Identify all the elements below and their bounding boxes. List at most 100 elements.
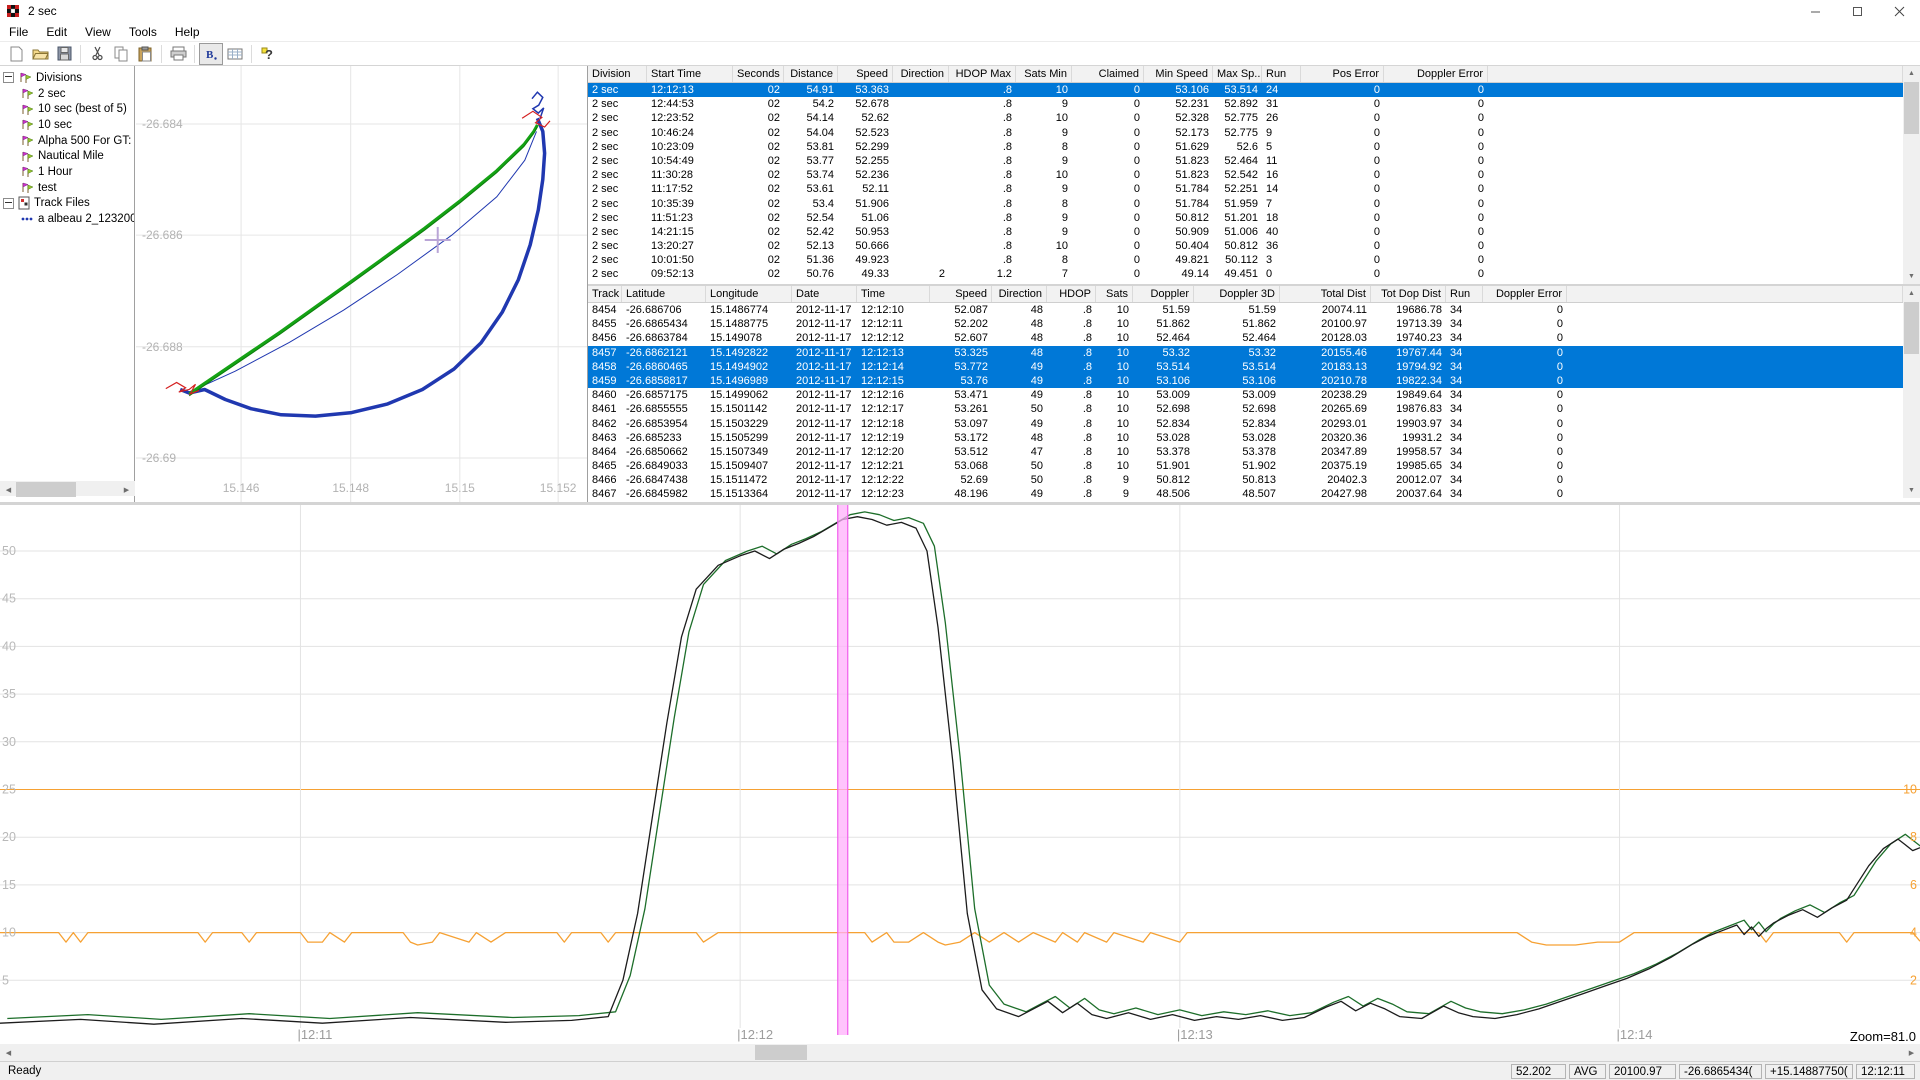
column-header-speed[interactable]: Speed bbox=[930, 286, 992, 302]
table-row[interactable]: 8466-26.684743815.15114722012-11-1712:12… bbox=[588, 473, 1903, 487]
tree-item-test[interactable]: test bbox=[0, 180, 134, 196]
table-row[interactable]: 8463-26.68523315.15052992012-11-1712:12:… bbox=[588, 431, 1903, 445]
table-row[interactable]: 2 sec11:51:230252.5451.06.89050.81251.20… bbox=[588, 211, 1903, 225]
open-file-button[interactable] bbox=[28, 43, 52, 65]
column-header-distance[interactable]: Distance bbox=[784, 66, 838, 82]
paste-button[interactable] bbox=[133, 43, 157, 65]
track-map[interactable]: -26.684-26.686-26.688-26.6915.14615.1481… bbox=[136, 66, 587, 502]
column-header-track[interactable]: Track bbox=[588, 286, 622, 302]
column-header-time[interactable]: Time bbox=[857, 286, 930, 302]
column-header-hdop-max[interactable]: HDOP Max bbox=[949, 66, 1016, 82]
menu-view[interactable]: View bbox=[76, 23, 120, 41]
table-row[interactable]: 8455-26.686543415.14887752012-11-1712:12… bbox=[588, 317, 1903, 331]
tree-item-10-sec[interactable]: 10 sec bbox=[0, 117, 134, 133]
minimize-button[interactable] bbox=[1794, 0, 1836, 22]
table-row[interactable]: 8461-26.685555515.15011422012-11-1712:12… bbox=[588, 402, 1903, 416]
scrollbar-thumb[interactable] bbox=[755, 1045, 807, 1060]
track-map-panel[interactable]: -26.684-26.686-26.688-26.6915.14615.1481… bbox=[136, 66, 588, 502]
tree-item-nautical-mile[interactable]: Nautical Mile bbox=[0, 148, 134, 164]
table-row[interactable]: 8458-26.686046515.14949022012-11-1712:12… bbox=[588, 360, 1903, 374]
cut-button[interactable] bbox=[85, 43, 109, 65]
column-header-speed[interactable]: Speed bbox=[838, 66, 893, 82]
column-header-claimed[interactable]: Claimed bbox=[1072, 66, 1144, 82]
table-row[interactable]: 2 sec12:44:530254.252.678.89052.23152.89… bbox=[588, 97, 1903, 111]
menu-edit[interactable]: Edit bbox=[37, 23, 76, 41]
table-row[interactable]: 2 sec12:23:520254.1452.62.810052.32852.7… bbox=[588, 111, 1903, 125]
scrollbar-thumb[interactable] bbox=[1904, 82, 1919, 134]
scroll-right-icon[interactable]: ▶ bbox=[118, 481, 135, 498]
help-button[interactable]: ? bbox=[256, 43, 280, 65]
table-row[interactable]: 8456-26.686378415.1490782012-11-1712:12:… bbox=[588, 331, 1903, 345]
collapse-icon[interactable] bbox=[3, 72, 14, 83]
table-row[interactable]: 8460-26.685717515.14990622012-11-1712:12… bbox=[588, 388, 1903, 402]
column-header-pos-error[interactable]: Pos Error bbox=[1301, 66, 1384, 82]
column-header-sats[interactable]: Sats bbox=[1096, 286, 1133, 302]
column-header-hdop[interactable]: HDOP bbox=[1047, 286, 1096, 302]
maximize-button[interactable] bbox=[1836, 0, 1878, 22]
column-header-date[interactable]: Date bbox=[792, 286, 857, 302]
table-row[interactable]: 8459-26.685881715.14969892012-11-1712:12… bbox=[588, 374, 1903, 388]
table-row[interactable]: 2 sec12:12:130254.9153.363.810053.10653.… bbox=[588, 83, 1903, 97]
tree-item-a-albeau-2-123200[interactable]: a albeau 2_123200 bbox=[0, 211, 134, 227]
table-row[interactable]: 2 sec10:01:500251.3649.923.88049.82150.1… bbox=[588, 253, 1903, 267]
scroll-down-icon[interactable]: ▼ bbox=[1903, 269, 1920, 284]
scrollbar-thumb[interactable] bbox=[1904, 302, 1919, 354]
table-row[interactable]: 2 sec11:30:280253.7452.236.810051.82352.… bbox=[588, 168, 1903, 182]
column-header-tot-dop-dist[interactable]: Tot Dop Dist bbox=[1371, 286, 1446, 302]
tree-item-alpha-500-for-gt[interactable]: Alpha 500 For GT: bbox=[0, 133, 134, 149]
table-row[interactable]: 2 sec09:52:130250.7649.3321.27049.1449.4… bbox=[588, 267, 1903, 281]
column-header-doppler-error[interactable]: Doppler Error bbox=[1483, 286, 1567, 302]
speed-graph[interactable]: 5101520253035404550246810|12:11|12:12|12… bbox=[0, 505, 1920, 1044]
save-file-button[interactable] bbox=[52, 43, 76, 65]
tree-node-divisions[interactable]: Divisions bbox=[0, 70, 134, 86]
column-header-direction[interactable]: Direction bbox=[893, 66, 949, 82]
table-row[interactable]: 2 sec10:35:390253.451.906.88051.78451.95… bbox=[588, 197, 1903, 211]
grid-view-button[interactable] bbox=[223, 43, 247, 65]
scroll-left-icon[interactable]: ◀ bbox=[0, 481, 17, 498]
column-header-total-dist[interactable]: Total Dist bbox=[1280, 286, 1371, 302]
speed-graph-panel[interactable]: 5101520253035404550246810|12:11|12:12|12… bbox=[0, 505, 1920, 1044]
table-row[interactable]: 8457-26.686212115.14928222012-11-1712:12… bbox=[588, 346, 1903, 360]
table-row[interactable]: 8465-26.684903315.15094072012-11-1712:12… bbox=[588, 459, 1903, 473]
table-row-partial[interactable]: 8467-26.684598215.15133642012-11-1712:12… bbox=[588, 487, 1903, 498]
tree-node-track-files[interactable]: Track Files bbox=[0, 196, 134, 212]
table-row[interactable]: 8454-26.68670615.14867742012-11-1712:12:… bbox=[588, 303, 1903, 317]
menu-file[interactable]: File bbox=[0, 23, 37, 41]
close-button[interactable] bbox=[1878, 0, 1920, 22]
table-row[interactable]: 2 sec13:20:270252.1350.666.810050.40450.… bbox=[588, 239, 1903, 253]
print-button[interactable] bbox=[166, 43, 190, 65]
column-header-doppler-3d[interactable]: Doppler 3D bbox=[1194, 286, 1280, 302]
menu-help[interactable]: Help bbox=[166, 23, 209, 41]
scroll-up-icon[interactable]: ▲ bbox=[1903, 286, 1920, 301]
menu-tools[interactable]: Tools bbox=[120, 23, 166, 41]
table-row[interactable]: 8462-26.685395415.15032292012-11-1712:12… bbox=[588, 417, 1903, 431]
column-header-run[interactable]: Run bbox=[1262, 66, 1301, 82]
scroll-up-icon[interactable]: ▲ bbox=[1903, 66, 1920, 81]
scrollbar-thumb[interactable] bbox=[16, 482, 76, 497]
tree-item-10-sec-best-of-5[interactable]: 10 sec (best of 5) bbox=[0, 101, 134, 117]
table-row[interactable]: 8464-26.685066215.15073492012-11-1712:12… bbox=[588, 445, 1903, 459]
vertical-scrollbar[interactable]: ▲▼ bbox=[1903, 66, 1920, 284]
tree-item-2-sec[interactable]: 2 sec bbox=[0, 86, 134, 102]
column-header-sats-min[interactable]: Sats Min bbox=[1016, 66, 1072, 82]
scroll-right-icon[interactable]: ▶ bbox=[1903, 1044, 1920, 1061]
table-row[interactable]: 2 sec14:21:150252.4250.953.89050.90951.0… bbox=[588, 225, 1903, 239]
scroll-left-icon[interactable]: ◀ bbox=[0, 1044, 17, 1061]
column-header-latitude[interactable]: Latitude bbox=[622, 286, 706, 302]
column-header-longitude[interactable]: Longitude bbox=[706, 286, 792, 302]
column-header-doppler[interactable]: Doppler bbox=[1133, 286, 1194, 302]
copy-button[interactable] bbox=[109, 43, 133, 65]
table-row[interactable]: 2 sec10:46:240254.0452.523.89052.17352.7… bbox=[588, 126, 1903, 140]
table-row[interactable]: 2 sec10:54:490253.7752.255.89051.82352.4… bbox=[588, 154, 1903, 168]
collapse-icon[interactable] bbox=[3, 198, 14, 209]
tree-horizontal-scrollbar[interactable]: ◀ ▶ bbox=[0, 481, 135, 496]
new-file-button[interactable] bbox=[4, 43, 28, 65]
vertical-scrollbar[interactable]: ▲▼ bbox=[1903, 286, 1920, 498]
column-header-direction[interactable]: Direction bbox=[992, 286, 1047, 302]
tree-item-1-hour[interactable]: 1 Hour bbox=[0, 164, 134, 180]
column-header-seconds[interactable]: Seconds bbox=[733, 66, 784, 82]
column-header-division[interactable]: Division bbox=[588, 66, 647, 82]
table-row[interactable]: 2 sec11:17:520253.6152.11.89051.78452.25… bbox=[588, 182, 1903, 196]
units-toggle-button[interactable]: B bbox=[199, 43, 223, 65]
column-header-max-sp[interactable]: Max Sp... bbox=[1213, 66, 1262, 82]
